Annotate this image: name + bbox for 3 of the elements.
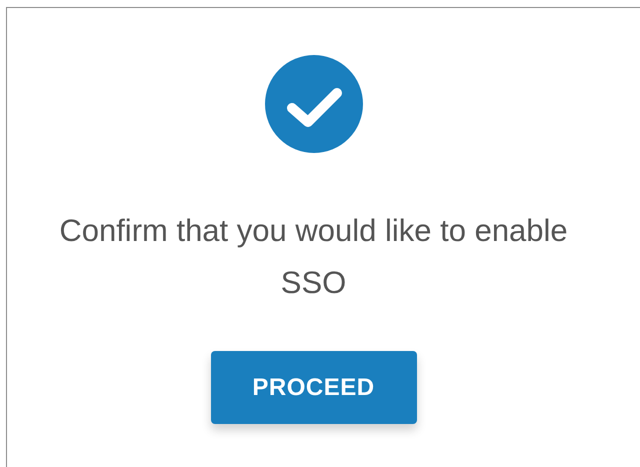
confirm-message: Confirm that you would like to enable SSO [58,212,569,302]
check-circle-icon [264,55,362,153]
proceed-button[interactable]: PROCEED [210,351,416,424]
